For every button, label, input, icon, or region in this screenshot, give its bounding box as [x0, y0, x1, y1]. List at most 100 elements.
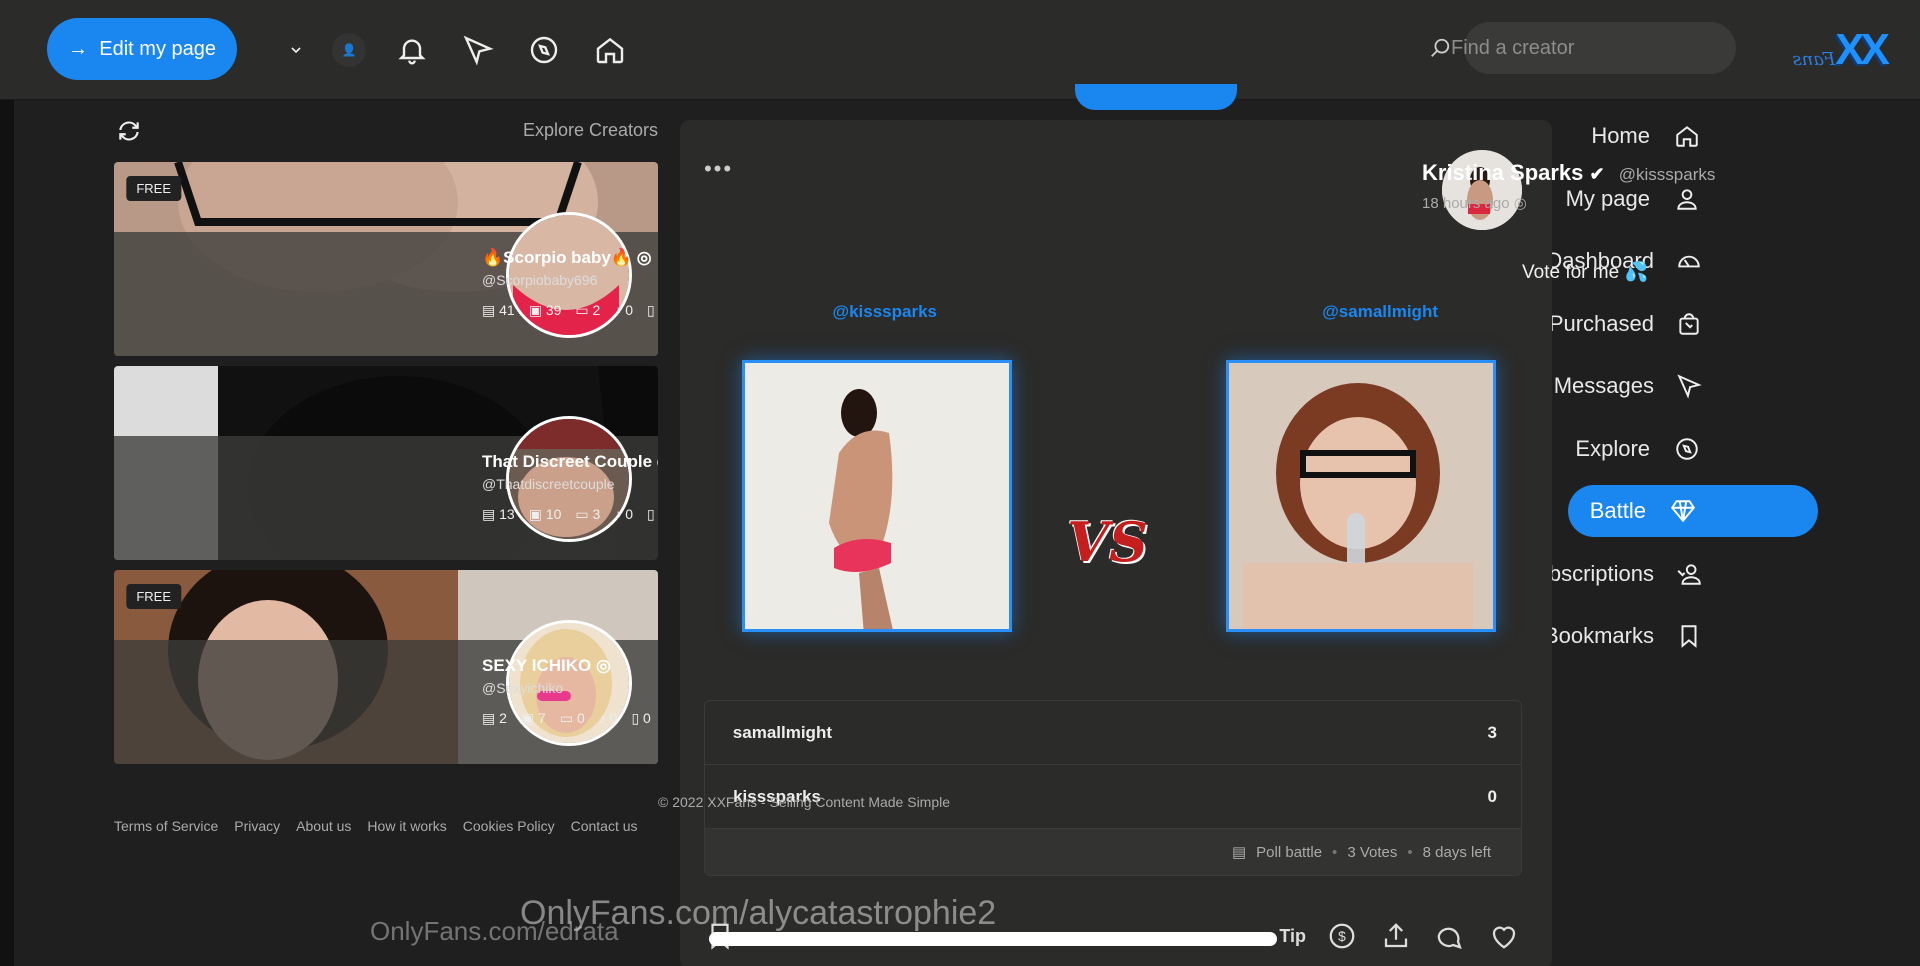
sidebar-item-label: Home [1591, 123, 1650, 148]
comment-icon[interactable] [1432, 918, 1468, 954]
copyright-text: © 2022 XXFans - Selling Content Made Sim… [658, 794, 951, 810]
footer-link-cookies[interactable]: Cookies Policy [463, 818, 555, 834]
creator-display-name: 🔥Scorpio baby🔥 [482, 248, 633, 267]
video-count: ▭ 0 [559, 710, 585, 726]
search-input[interactable] [1451, 36, 1716, 60]
post-count: ▤ 41 [482, 302, 515, 318]
heart-icon[interactable] [1486, 918, 1522, 954]
post-count-value: 2 [499, 710, 507, 726]
home-icon[interactable] [590, 30, 630, 70]
image-count: ▣ 39 [528, 302, 562, 318]
tip-label[interactable]: Tip [1279, 926, 1306, 947]
file-count-value: 0 [643, 710, 651, 726]
watermark-text-secondary: OnlyFans.com/edrata [370, 916, 619, 946]
sidebar-item-purchased[interactable]: Purchased [1549, 298, 1822, 350]
creator-stats: ▤ 41 ▣ 39 ▭ 2 ♪ 0 ▯ 0 [482, 302, 658, 319]
sidebar-item-subscriptions[interactable]: Subscriptions [1522, 548, 1822, 600]
poll-icon: ▤ [1231, 844, 1247, 861]
video-count-value: 0 [576, 710, 585, 726]
creator-name: SEXY ICHIKO ◎ [482, 656, 611, 676]
gauge-icon [1676, 246, 1702, 276]
top-header: XX Fans 👤 [0, 0, 1920, 100]
left-contender-image[interactable] [1226, 360, 1496, 632]
search-bar [1431, 22, 1736, 74]
share-icon[interactable] [1378, 918, 1414, 954]
logo-subtext: Fans [1792, 48, 1836, 70]
top-nav: 👤 [286, 22, 630, 78]
user-icon [1672, 184, 1702, 214]
tip-coin-icon[interactable]: $ [1324, 918, 1360, 954]
create-post-button[interactable] [1075, 84, 1237, 110]
verified-icon: ◎ [657, 452, 658, 471]
send-icon[interactable] [458, 30, 498, 70]
verified-icon: ◎ [596, 656, 611, 675]
home-indicator-bar [709, 932, 1277, 946]
footer-link-privacy[interactable]: Privacy [234, 818, 280, 834]
more-options-icon[interactable]: ••• [702, 156, 731, 182]
sidebar-item-battle[interactable]: Battle [1568, 485, 1818, 537]
user-avatar[interactable]: 👤 [332, 33, 366, 67]
explore-creators-header: Explore Creators [114, 116, 658, 144]
logo-mark: XX [1839, 25, 1890, 74]
left-contender-handle[interactable]: @samallmight [1322, 302, 1438, 322]
poll-vote-count: 3 Votes [1347, 843, 1398, 861]
right-contender-image[interactable] [742, 360, 1012, 632]
sidebar-item-label: My page [1565, 185, 1650, 211]
author-name[interactable]: Kristina Sparks ✔ @kisssparks [1422, 160, 1715, 186]
compass-icon [1672, 434, 1702, 464]
refresh-icon[interactable] [114, 116, 144, 146]
sidebar-item-bookmarks[interactable]: Bookmarks [1544, 610, 1822, 662]
creator-card[interactable]: 🔥Scorpio baby🔥 ◎ @Scorpiobaby696 ▤ 41 ▣ … [114, 162, 658, 356]
video-count-value: 3 [592, 506, 601, 522]
footer-link-contact[interactable]: Contact us [571, 818, 638, 834]
image-count: ▣ 7 [520, 710, 546, 726]
footer-link-about[interactable]: About us [296, 818, 351, 834]
creator-stats: ▤ 2 ▣ 7 ▭ 0 ♪ 0 ▯ 0 [482, 710, 651, 727]
post-count-value: 13 [499, 506, 515, 522]
edit-my-page-button[interactable]: Edit my page → [47, 18, 237, 80]
versus-badge: VS [1067, 510, 1148, 574]
sidebar-item-messages[interactable]: Messages [1554, 360, 1822, 412]
footer-link-how-it-works[interactable]: How it works [367, 818, 446, 834]
brand-logo[interactable]: XX Fans [1750, 22, 1890, 78]
file-count: ▯ 0 [631, 710, 651, 726]
creator-handle: @Thatdiscreetcouple [482, 476, 615, 492]
creator-name: 🔥Scorpio baby🔥 ◎ [482, 248, 652, 268]
post-count: ▤ 2 [482, 710, 507, 726]
chevron-down-icon[interactable] [286, 40, 306, 60]
image-count-value: 39 [545, 302, 562, 318]
creator-handle: @Sexyichiko [482, 680, 564, 696]
video-count: ▭ 3 [575, 506, 601, 522]
explore-creators-title: Explore Creators [522, 120, 658, 140]
file-count: ▯ 0 [647, 506, 658, 522]
right-contender-handle[interactable]: @kisssparks [833, 302, 937, 322]
poll-footer: ▤ Poll battle • 3 Votes • 8 days left [705, 829, 1521, 875]
video-count-value: 2 [592, 302, 601, 318]
post-text: Vote for me 💦 [1522, 262, 1649, 283]
sidebar-item-explore[interactable]: Explore [1562, 423, 1822, 475]
poll-type: Poll battle [1256, 843, 1323, 861]
sidebar-item-home[interactable]: Home [1562, 110, 1822, 162]
diamond-icon [1668, 496, 1698, 526]
poll-option-row[interactable]: 3 samallmight [705, 701, 1521, 765]
footer-link-terms[interactable]: Terms of Service [114, 818, 218, 834]
post-count-value: 41 [499, 302, 515, 318]
audio-count: ♪ 0 [598, 710, 618, 726]
audio-count-value: 0 [625, 506, 634, 522]
verified-icon: ✔ [1589, 164, 1605, 184]
creator-name: That Discreet Couple ◎ [482, 452, 658, 472]
edit-button-label: Edit my page [99, 37, 217, 60]
audio-count-value: 0 [625, 302, 634, 318]
video-count: ▭ 2 [575, 302, 601, 318]
search-icon[interactable] [1429, 33, 1451, 63]
creator-display-name: That Discreet Couple [482, 452, 653, 471]
creator-card[interactable]: SEXY ICHIKO ◎ @Sexyichiko ▤ 2 ▣ 7 ▭ 0 ♪ … [114, 570, 658, 764]
poll-results: 3 samallmight 0 kisssparks ▤ Poll battle… [704, 700, 1522, 876]
bell-icon[interactable] [392, 30, 432, 70]
versus-label: VS [1067, 510, 1148, 574]
free-badge: FREE [126, 584, 181, 609]
separator: • [1332, 843, 1338, 861]
creator-card[interactable]: That Discreet Couple ◎ @Thatdiscreetcoup… [114, 366, 658, 560]
author-handle: @kisssparks [1618, 165, 1716, 184]
compass-icon[interactable] [524, 30, 564, 70]
